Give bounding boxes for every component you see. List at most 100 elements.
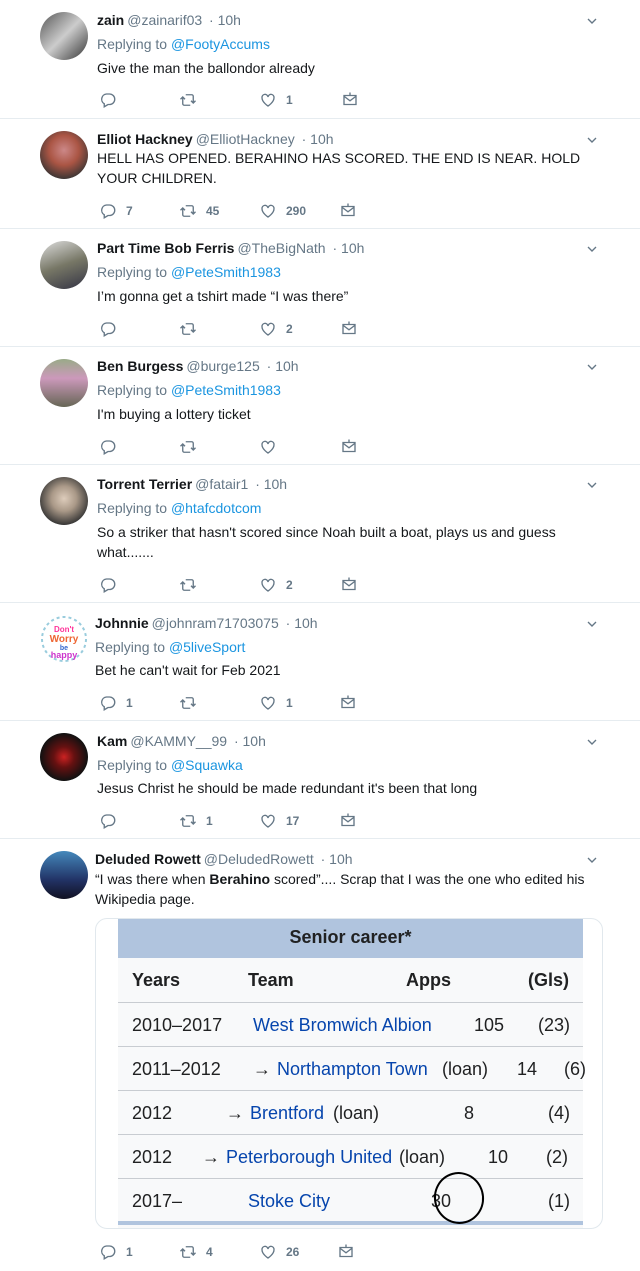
- chevron-down-icon[interactable]: [584, 477, 600, 493]
- chevron-down-icon[interactable]: [584, 132, 600, 148]
- chevron-down-icon[interactable]: [584, 734, 600, 750]
- user-handle[interactable]: @burge125: [186, 358, 259, 374]
- dm-button[interactable]: [339, 693, 357, 713]
- retweet-button[interactable]: [179, 90, 206, 110]
- tweet[interactable]: zain @zainarif03 · 10h Replying to @Footy…: [0, 0, 640, 119]
- replying-to-link[interactable]: @FootyAccums: [171, 36, 270, 52]
- user-handle[interactable]: @zainarif03: [127, 12, 202, 28]
- like-button[interactable]: [259, 437, 286, 457]
- timestamp[interactable]: · 10h: [255, 476, 287, 492]
- dm-button[interactable]: [340, 437, 358, 457]
- timestamp[interactable]: · 10h: [209, 12, 241, 28]
- like-button[interactable]: 1: [259, 90, 293, 110]
- replying-to-link[interactable]: @5liveSport: [169, 639, 245, 655]
- avatar[interactable]: [40, 851, 88, 899]
- tweet[interactable]: Torrent Terrier @fatair1 · 10h Replying t…: [0, 465, 640, 603]
- tweet-media[interactable]: Senior career* Years Team Apps (Gls) 201…: [95, 918, 603, 1229]
- retweet-button[interactable]: [179, 693, 206, 713]
- timestamp[interactable]: · 10h: [333, 240, 365, 256]
- dm-button[interactable]: [340, 319, 358, 339]
- avatar[interactable]: [40, 359, 88, 407]
- cell-years: 2012: [132, 1147, 173, 1167]
- avatar[interactable]: [40, 241, 88, 289]
- chevron-down-icon[interactable]: [584, 359, 600, 375]
- cell-team-link[interactable]: Peterborough United: [226, 1147, 392, 1168]
- chevron-down-icon[interactable]: [584, 616, 600, 632]
- dm-button[interactable]: [337, 1242, 355, 1262]
- user-handle[interactable]: @TheBigNath: [237, 240, 325, 256]
- reply-button[interactable]: [99, 319, 126, 339]
- chevron-down-icon[interactable]: [584, 852, 600, 868]
- wiki-row: 2012 → Brentford (loan) 8 (4): [118, 1091, 583, 1135]
- cell-team-link[interactable]: Brentford: [250, 1103, 324, 1124]
- user-handle[interactable]: @DeludedRowett: [204, 851, 314, 867]
- reply-icon: [99, 576, 117, 594]
- replying-to-link[interactable]: @PeteSmith1983: [171, 382, 281, 398]
- avatar[interactable]: [40, 12, 88, 60]
- timestamp[interactable]: · 10h: [321, 851, 353, 867]
- timestamp[interactable]: · 10h: [234, 733, 266, 749]
- avatar[interactable]: Don't Worry be happy: [40, 615, 88, 663]
- reply-icon: [99, 320, 117, 338]
- reply-button[interactable]: [99, 811, 126, 831]
- tweet[interactable]: Ben Burgess @burge125 · 10h Replying to @…: [0, 347, 640, 465]
- replying-to-link[interactable]: @PeteSmith1983: [171, 264, 281, 280]
- dm-button[interactable]: [341, 90, 359, 110]
- cell-team-link[interactable]: Stoke City: [248, 1191, 330, 1212]
- retweet-button[interactable]: 45: [179, 201, 219, 221]
- retweet-button[interactable]: [179, 437, 206, 457]
- user-handle[interactable]: @fatair1: [195, 476, 248, 492]
- cell-team-link[interactable]: Northampton Town: [277, 1059, 428, 1080]
- replying-to-link[interactable]: @htafcdotcom: [171, 500, 261, 516]
- user-name[interactable]: Elliot Hackney: [97, 131, 193, 147]
- user-name[interactable]: Johnnie: [95, 615, 149, 631]
- heart-icon: [259, 202, 277, 220]
- retweet-button[interactable]: [179, 575, 206, 595]
- col-years: Years: [132, 970, 181, 990]
- tweet[interactable]: Kam @KAMMY__99 · 10h Replying to @Squawka…: [0, 721, 640, 839]
- avatar[interactable]: [40, 733, 88, 781]
- user-name[interactable]: Part Time Bob Ferris: [97, 240, 234, 256]
- like-button[interactable]: 2: [259, 575, 293, 595]
- tweet[interactable]: Elliot Hackney @ElliotHackney · 10h HELL …: [0, 119, 640, 229]
- retweet-button[interactable]: [179, 319, 206, 339]
- timestamp[interactable]: · 10h: [267, 358, 299, 374]
- like-button[interactable]: 2: [259, 319, 293, 339]
- avatar[interactable]: [40, 131, 88, 179]
- user-name[interactable]: Ben Burgess: [97, 358, 183, 374]
- like-count: 2: [286, 578, 293, 592]
- envelope-icon: [341, 91, 359, 109]
- cell-team-link[interactable]: West Bromwich Albion: [253, 1015, 432, 1036]
- reply-button[interactable]: 1: [99, 1242, 133, 1262]
- replying-to-link[interactable]: @Squawka: [171, 757, 243, 773]
- like-button[interactable]: 1: [259, 693, 293, 713]
- chevron-down-icon[interactable]: [584, 241, 600, 257]
- user-handle[interactable]: @KAMMY__99: [130, 733, 227, 749]
- retweet-button[interactable]: 4: [179, 1242, 213, 1262]
- user-handle[interactable]: @johnram71703075: [152, 615, 279, 631]
- user-name[interactable]: Kam: [97, 733, 127, 749]
- avatar[interactable]: [40, 477, 88, 525]
- tweet[interactable]: Don't Worry be happy Johnnie @johnram7170…: [0, 603, 640, 721]
- retweet-button[interactable]: 1: [179, 811, 213, 831]
- reply-button[interactable]: 7: [99, 201, 133, 221]
- dm-button[interactable]: [339, 811, 357, 831]
- like-button[interactable]: 17: [259, 811, 299, 831]
- chevron-down-icon[interactable]: [584, 13, 600, 29]
- like-button[interactable]: 290: [259, 201, 306, 221]
- dm-button[interactable]: [340, 575, 358, 595]
- reply-button[interactable]: [99, 575, 126, 595]
- dm-button[interactable]: [339, 201, 357, 221]
- tweet[interactable]: Part Time Bob Ferris @TheBigNath · 10h Re…: [0, 229, 640, 347]
- reply-button[interactable]: [99, 437, 126, 457]
- like-button[interactable]: 26: [259, 1242, 299, 1262]
- reply-button[interactable]: 1: [99, 693, 133, 713]
- user-name[interactable]: Torrent Terrier: [97, 476, 192, 492]
- user-name[interactable]: zain: [97, 12, 124, 28]
- user-name[interactable]: Deluded Rowett: [95, 851, 201, 867]
- cell-apps: 8: [464, 1103, 475, 1123]
- user-handle[interactable]: @ElliotHackney: [196, 131, 295, 147]
- timestamp[interactable]: · 10h: [302, 131, 334, 147]
- reply-button[interactable]: [99, 90, 126, 110]
- timestamp[interactable]: · 10h: [286, 615, 318, 631]
